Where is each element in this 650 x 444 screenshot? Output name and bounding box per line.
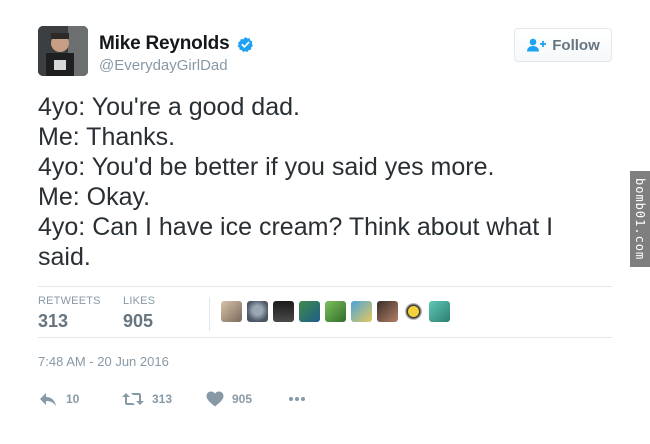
retweets-value: 313 — [38, 311, 69, 331]
liker-avatar[interactable] — [429, 301, 450, 322]
tweet-line: 4yo: You're a good dad. — [38, 93, 300, 121]
tweet-line: Me: Thanks. — [38, 123, 176, 151]
retweet-count: 313 — [152, 392, 173, 406]
watermark: bomb01.com — [630, 171, 650, 267]
tweet-line: said. — [38, 243, 91, 271]
tweet-line: 4yo: Can I have ice cream? Think about w… — [38, 213, 554, 241]
liker-avatar[interactable] — [351, 301, 372, 322]
more-dots-icon — [289, 397, 305, 401]
tweet-timestamp[interactable]: 7:48 AM - 20 Jun 2016 — [38, 354, 612, 369]
like-button[interactable]: 905 — [206, 391, 288, 407]
reply-button[interactable]: 10 — [38, 391, 122, 407]
retweets-label: RETWEETS — [38, 295, 101, 307]
retweet-icon — [122, 393, 144, 405]
liker-avatar[interactable] — [377, 301, 398, 322]
tweet-header: Mike Reynolds @EverydayGirlDad Follow — [38, 26, 612, 78]
liker-avatar[interactable] — [299, 301, 320, 322]
reply-icon — [40, 393, 56, 406]
like-count: 905 — [232, 392, 253, 406]
user-names: Mike Reynolds @EverydayGirlDad — [99, 33, 254, 74]
display-name[interactable]: Mike Reynolds — [99, 33, 230, 55]
stats-separator — [209, 297, 210, 331]
tweet-line: Me: Okay. — [38, 183, 151, 211]
tweet-card: Mike Reynolds @EverydayGirlDad Follow 4y… — [38, 26, 612, 407]
retweets-stat[interactable]: RETWEETS 313 — [38, 295, 101, 332]
verified-badge-icon — [237, 36, 253, 52]
add-user-icon — [527, 38, 547, 52]
liker-avatars — [221, 301, 455, 322]
divider — [38, 337, 612, 338]
tweet-text: 4yo: You're a good dad. Me: Thanks. 4yo:… — [38, 92, 598, 272]
heart-icon — [206, 391, 224, 407]
retweet-button[interactable]: 313 — [122, 391, 206, 407]
avatar[interactable] — [38, 26, 88, 76]
likes-stat[interactable]: LIKES 905 — [123, 295, 155, 332]
user-handle[interactable]: @EverydayGirlDad — [99, 57, 254, 74]
liker-avatar[interactable] — [325, 301, 346, 322]
tweet-stats: RETWEETS 313 LIKES 905 — [38, 287, 612, 337]
more-button[interactable] — [288, 396, 306, 402]
liker-avatar[interactable] — [273, 301, 294, 322]
reply-count: 10 — [66, 392, 80, 406]
follow-button-label: Follow — [552, 36, 600, 54]
tweet-line: 4yo: You'd be better if you said yes mor… — [38, 153, 495, 181]
liker-avatar[interactable] — [403, 301, 424, 322]
tweet-actions: 10 313 905 — [38, 391, 612, 407]
likes-label: LIKES — [123, 295, 156, 307]
liker-avatar[interactable] — [247, 301, 268, 322]
liker-avatar[interactable] — [221, 301, 242, 322]
follow-button[interactable]: Follow — [514, 28, 612, 62]
likes-value: 905 — [123, 311, 154, 331]
